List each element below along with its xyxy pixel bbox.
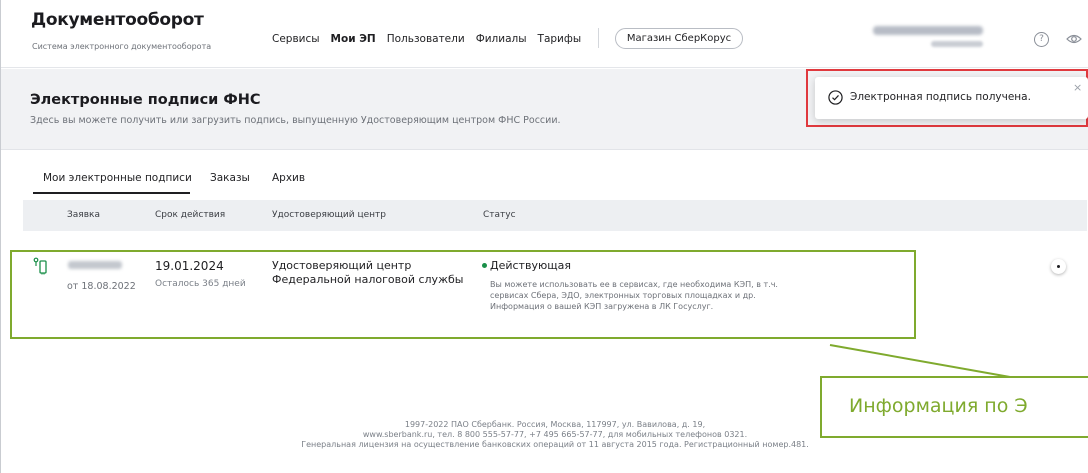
nav-item-users[interactable]: Пользователи	[387, 33, 465, 45]
app-logo-subtitle: Система электронного документооборота	[32, 42, 212, 51]
column-header-ca: Удостоверяющий центр	[272, 210, 386, 220]
column-header-validity: Срок действия	[155, 210, 226, 220]
success-toast: Электронная подпись получена. ×	[815, 77, 1088, 119]
nav-item-services[interactable]: Сервисы	[272, 33, 320, 45]
usb-token-icon	[33, 257, 47, 275]
table-header: Заявка Срок действия Удостоверяющий цент…	[23, 200, 1087, 231]
page-footer: 1997-2022 ПАО Сбербанк. Россия, Москва, …	[280, 420, 830, 450]
nav-item-tariffs[interactable]: Тарифы	[538, 33, 582, 45]
app-logo-title[interactable]: Документооборот	[31, 10, 204, 30]
check-circle-icon	[828, 90, 843, 105]
request-date: от 18.08.2022	[67, 281, 136, 292]
ca-line-2: Федеральной налоговой службы	[272, 273, 464, 286]
column-header-request: Заявка	[67, 210, 100, 220]
eye-icon[interactable]	[1066, 33, 1082, 45]
status-description: Вы можете использовать ее в сервисах, гд…	[490, 279, 840, 312]
top-header: Документооборот Система электронного док…	[1, 0, 1088, 68]
user-name-blurred[interactable]	[873, 26, 983, 35]
close-icon[interactable]: ×	[1073, 81, 1082, 94]
status-desc-line-3: Информация о вашей КЭП загружена в ЛК Го…	[490, 302, 714, 311]
callout-text: Информация по Э	[849, 395, 1028, 417]
request-number-blurred[interactable]	[68, 261, 122, 269]
user-org-blurred	[931, 41, 983, 47]
row-menu-button[interactable]	[1051, 259, 1066, 274]
question-circle-icon[interactable]: ?	[1034, 32, 1049, 47]
nav-divider	[598, 28, 599, 48]
active-tab-indicator	[33, 192, 190, 194]
toast-message: Электронная подпись получена.	[850, 91, 1031, 103]
main-nav: Сервисы Мои ЭП Пользователи Филиалы Тари…	[272, 33, 592, 45]
callout-box: Информация по Э	[820, 376, 1088, 438]
tab-archive[interactable]: Архив	[272, 172, 305, 184]
status-text: Действующая	[490, 259, 571, 272]
store-button[interactable]: Магазин СберКорус	[615, 28, 743, 49]
status-desc-line-1: Вы можете использовать ее в сервисах, гд…	[490, 280, 778, 289]
certificate-authority: Удостоверяющий центр Федеральной налогов…	[272, 259, 472, 287]
page-title: Электронные подписи ФНС	[30, 92, 261, 108]
nav-item-branches[interactable]: Филиалы	[476, 33, 527, 45]
footer-line-1: 1997-2022 ПАО Сбербанк. Россия, Москва, …	[404, 420, 706, 429]
valid-until-date: 19.01.2024	[155, 259, 224, 273]
ca-line-1: Удостоверяющий центр	[272, 259, 412, 272]
footer-line-2: www.sberbank.ru, тел. 8 800 555-57-77, +…	[362, 430, 748, 439]
status-label: Действующая	[482, 259, 571, 272]
status-dot-icon	[482, 262, 487, 268]
page-description: Здесь вы можете получить или загрузить п…	[30, 115, 561, 126]
footer-line-3: Генеральная лицензия на осуществление ба…	[301, 440, 809, 449]
status-desc-line-2: сервисах Сбера, ЭДО, электронных торговы…	[490, 291, 756, 300]
tab-my-signatures[interactable]: Мои электронные подписи	[43, 172, 192, 184]
days-left: Осталось 365 дней	[155, 279, 246, 289]
tab-orders[interactable]: Заказы	[210, 172, 250, 184]
nav-item-my-signatures[interactable]: Мои ЭП	[331, 33, 376, 45]
column-header-status: Статус	[483, 210, 516, 220]
